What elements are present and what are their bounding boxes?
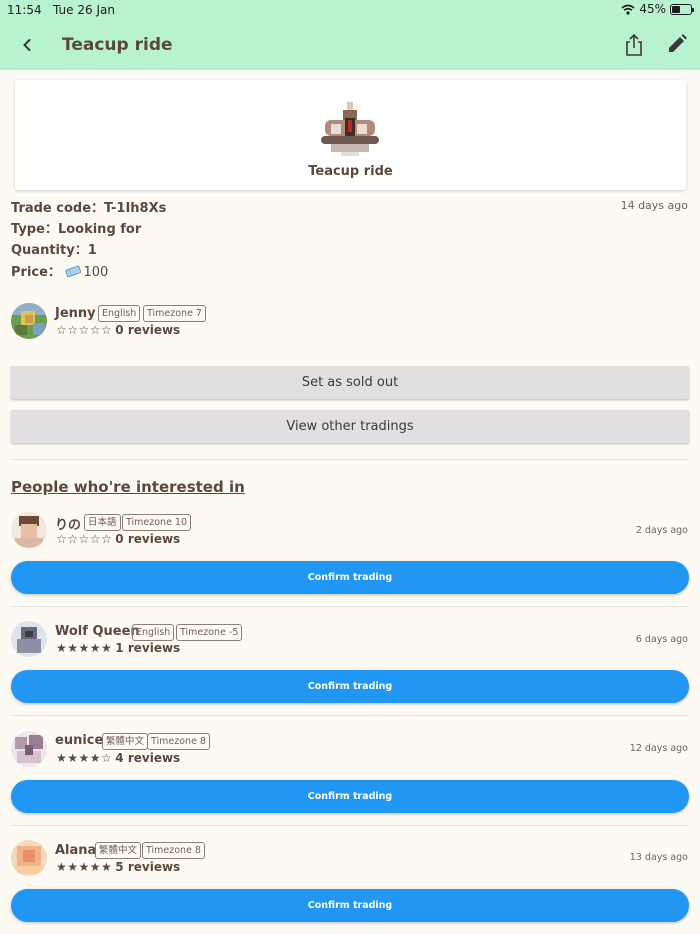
person-avatar[interactable] (11, 621, 47, 657)
person-avatar[interactable] (11, 731, 47, 767)
set-sold-out-button[interactable]: Set as sold out (11, 366, 689, 399)
item-name: Teacup ride (308, 164, 393, 179)
battery-icon (670, 3, 694, 15)
review-count: 0 reviews (115, 532, 181, 546)
battery-level (672, 5, 681, 13)
person-rating: ★★★★★ 1 reviews (56, 641, 180, 655)
owner-name: Jenny (55, 306, 96, 321)
trade-price: Price： 100 (11, 265, 109, 280)
app-bar: Teacup ride (0, 20, 700, 70)
status-time: 11:54 Tue 26 Jan (7, 3, 115, 17)
trade-type: Type：Looking for (11, 222, 142, 237)
rating-stars: ★★★★★ (56, 641, 113, 655)
interest-date: 12 days ago (629, 743, 688, 754)
person-rating: ☆☆☆☆☆ 0 reviews (56, 532, 180, 546)
edit-button[interactable] (666, 33, 688, 55)
person-name: Wolf Queen (55, 624, 140, 639)
review-count: 5 reviews (115, 860, 181, 874)
pencil-icon (669, 34, 687, 52)
trade-date: 14 days ago (620, 199, 688, 212)
person-language-tag: 繁體中文 (95, 842, 142, 859)
chevron-left-icon (23, 39, 31, 51)
rating-stars: ★★★★★ (56, 860, 113, 874)
divider (11, 606, 689, 607)
person-name: りの (55, 518, 82, 533)
owner-language-tag: English (98, 305, 141, 322)
back-button[interactable] (16, 34, 38, 56)
wifi-icon (621, 4, 635, 15)
person-language-tag: English (132, 624, 175, 641)
battery-percent: 45% (639, 2, 666, 16)
owner-rating: ☆☆☆☆☆ 0 reviews (56, 323, 180, 337)
status-bar: 11:54 Tue 26 Jan 45% (0, 0, 700, 20)
status-indicators: 45% (621, 2, 694, 16)
item-card: Teacup ride (15, 80, 686, 190)
review-count: 4 reviews (115, 751, 181, 765)
person-avatar[interactable] (11, 840, 47, 876)
person-rating: ★★★★☆ 4 reviews (56, 751, 180, 765)
person-name: Alana (55, 843, 97, 858)
view-other-tradings-button[interactable]: View other tradings (11, 410, 689, 443)
trade-code: Trade code：T-1Ih8Xs (11, 201, 167, 216)
share-button[interactable] (623, 33, 645, 57)
ticket-icon (65, 265, 82, 277)
review-count: 0 reviews (115, 323, 181, 337)
trade-quantity: Quantity：1 (11, 243, 97, 258)
interest-date: 6 days ago (635, 634, 688, 645)
page-title: Teacup ride (62, 35, 173, 55)
divider (11, 715, 689, 716)
review-count: 1 reviews (115, 641, 181, 655)
person-avatar[interactable] (11, 512, 47, 548)
person-timezone-tag: Timezone -5 (176, 624, 243, 641)
person-language-tag: 日本語 (84, 514, 121, 531)
divider (11, 825, 689, 826)
interested-heading: People who're interested in (11, 478, 245, 496)
person-timezone-tag: Timezone 8 (142, 842, 205, 859)
confirm-trading-button[interactable]: Confirm trading (11, 670, 689, 703)
person-language-tag: 繁體中文 (102, 733, 149, 750)
rating-stars: ☆☆☆☆☆ (56, 532, 113, 546)
person-rating: ★★★★★ 5 reviews (56, 860, 180, 874)
divider (11, 459, 689, 460)
rating-stars: ☆☆☆☆☆ (56, 323, 113, 337)
interest-date: 13 days ago (629, 852, 688, 863)
confirm-trading-button[interactable]: Confirm trading (11, 889, 689, 922)
person-timezone-tag: Timezone 10 (122, 514, 192, 531)
person-name: eunice (55, 733, 104, 748)
owner-timezone-tag: Timezone 7 (143, 305, 206, 322)
item-image (317, 98, 383, 158)
owner-avatar[interactable] (11, 303, 47, 339)
interest-date: 2 days ago (635, 525, 688, 536)
rating-stars: ★★★★☆ (56, 751, 113, 765)
confirm-trading-button[interactable]: Confirm trading (11, 561, 689, 594)
person-timezone-tag: Timezone 8 (147, 733, 210, 750)
share-icon (626, 33, 642, 56)
confirm-trading-button[interactable]: Confirm trading (11, 780, 689, 813)
